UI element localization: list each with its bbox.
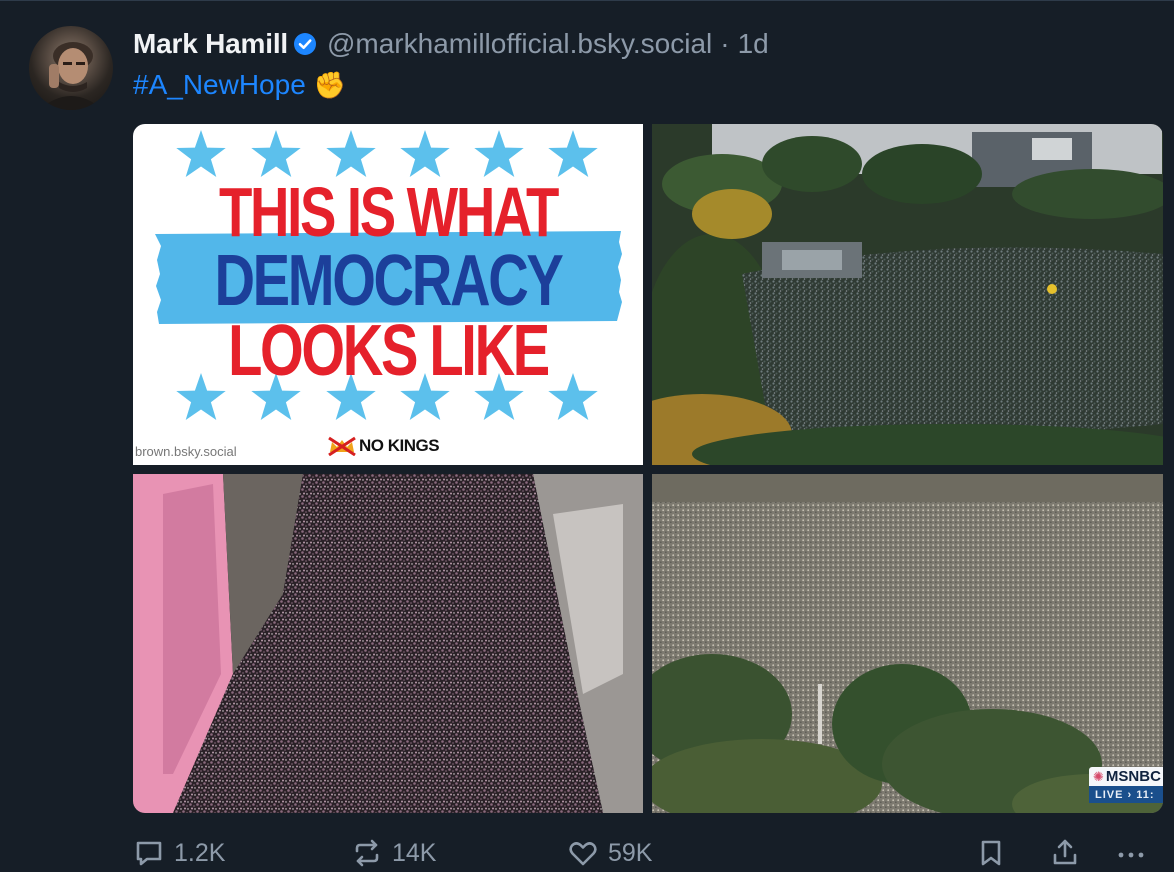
image-aerial-stage[interactable] — [652, 124, 1163, 465]
image-grid: THIS IS WHAT DEMOCRACY LOOKS LIKE brown.… — [133, 124, 1163, 813]
no-kings-logo: NO KINGS — [327, 436, 440, 456]
share-upload-icon — [1053, 839, 1077, 865]
more-options-button[interactable] — [1115, 833, 1147, 872]
verified-check-icon[interactable] — [293, 32, 317, 56]
crossed-crown-icon — [328, 436, 356, 456]
msnbc-live-bug: ✺ MSNBC LIVE › 11: — [1089, 767, 1163, 805]
author-avatar[interactable] — [29, 26, 113, 110]
post-header: Mark Hamill @markhamillofficial.bsky.soc… — [133, 25, 769, 63]
image-street-crowd[interactable] — [133, 474, 643, 813]
street-crowd-photo — [133, 474, 643, 813]
bookmark-button[interactable] — [975, 833, 1007, 872]
post-timestamp[interactable]: 1d — [738, 28, 769, 60]
peacock-icon: ✺ — [1093, 768, 1104, 784]
header-separator: · — [720, 28, 730, 59]
post-text: #A_NewHope ✊ — [133, 69, 346, 101]
repost-button[interactable]: 14K — [351, 833, 436, 872]
speech-bubble-icon — [136, 841, 162, 866]
live-label: LIVE › 11: — [1089, 786, 1163, 803]
hashtag-link[interactable]: #A_NewHope — [133, 69, 306, 101]
post-actions: 1.2K 14K 59K — [133, 833, 1163, 872]
aerial-stage-photo — [652, 124, 1163, 465]
image-park-crowd[interactable]: ✺ MSNBC LIVE › 11: — [652, 474, 1163, 813]
ellipsis-icon — [1118, 852, 1144, 858]
no-kings-text: NO KINGS — [359, 436, 440, 455]
poster-line-3: LOOKS LIKE — [228, 311, 550, 391]
reply-count: 1.2K — [174, 838, 226, 867]
poster-watermark: brown.bsky.social — [135, 444, 237, 459]
reply-button[interactable]: 1.2K — [133, 833, 225, 872]
author-display-name[interactable]: Mark Hamill — [133, 28, 288, 60]
repost-arrows-icon — [355, 839, 379, 867]
network-logo-text: MSNBC — [1105, 768, 1161, 785]
like-count: 59K — [608, 838, 653, 867]
repost-count: 14K — [392, 838, 437, 867]
post-card[interactable]: Mark Hamill @markhamillofficial.bsky.soc… — [0, 0, 1174, 872]
park-crowd-photo — [652, 474, 1163, 813]
avatar-photo — [39, 42, 103, 110]
share-button[interactable] — [1049, 833, 1081, 872]
heart-icon — [569, 842, 597, 866]
bookmark-icon — [981, 840, 1001, 866]
raised-fist-emoji: ✊ — [313, 69, 347, 100]
image-poster[interactable]: THIS IS WHAT DEMOCRACY LOOKS LIKE brown.… — [133, 124, 643, 465]
like-button[interactable]: 59K — [567, 833, 652, 872]
author-handle[interactable]: @markhamillofficial.bsky.social — [327, 28, 712, 60]
